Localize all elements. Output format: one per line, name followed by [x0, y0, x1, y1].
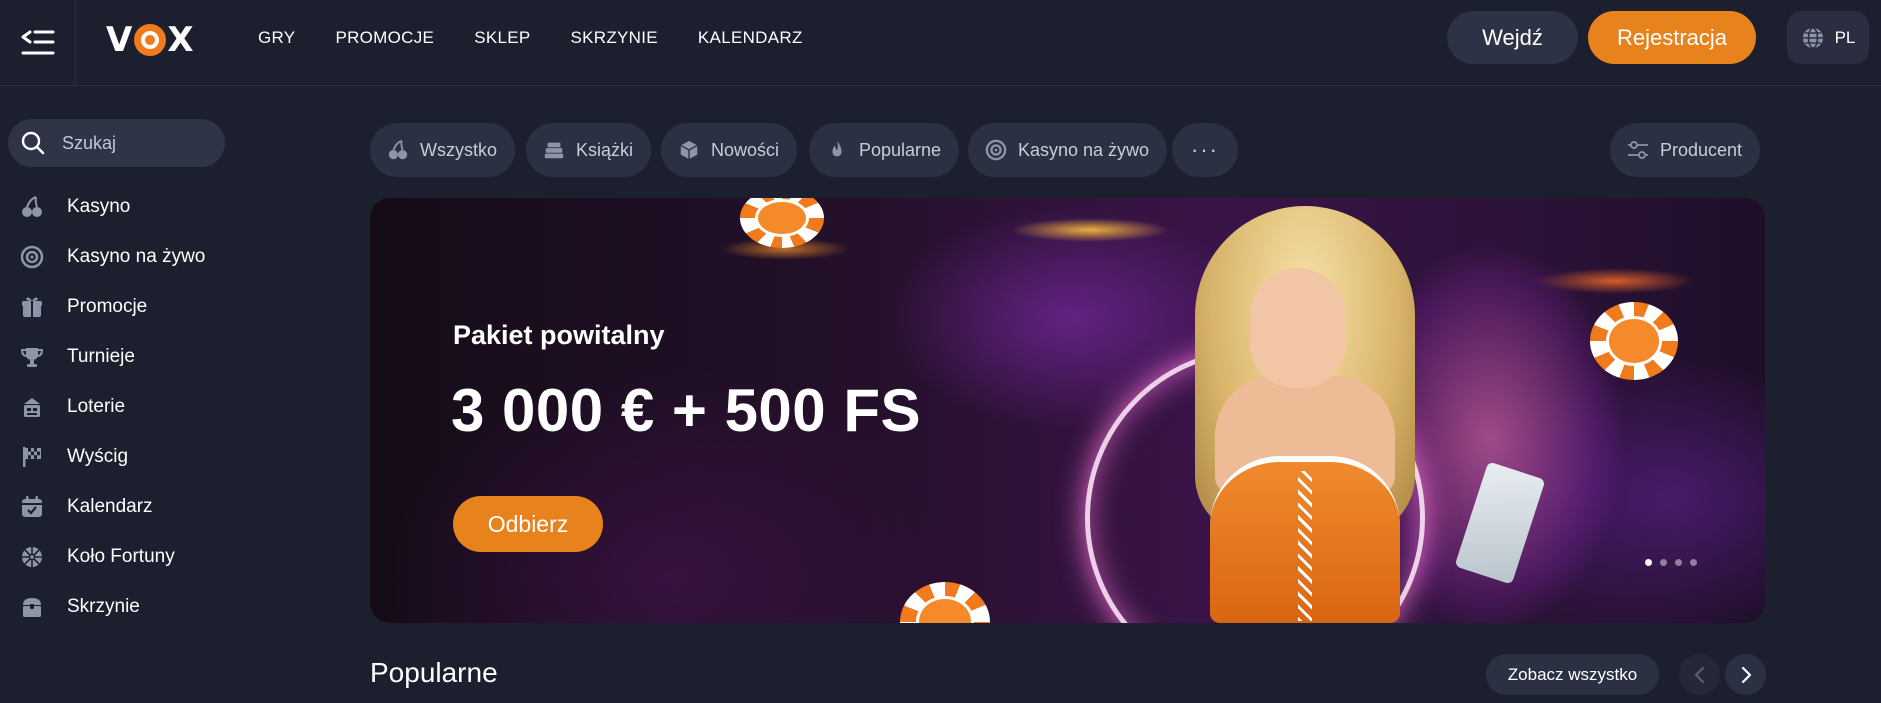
provider-filter-button[interactable]: Producent [1610, 123, 1761, 177]
carousel-prev-button[interactable] [1679, 654, 1720, 695]
roulette-icon [19, 244, 45, 270]
carousel-next-button[interactable] [1725, 654, 1766, 695]
fire-icon [825, 138, 849, 162]
neon-sign [1535, 268, 1695, 294]
search-box[interactable] [8, 119, 225, 167]
race-flag-icon [19, 444, 45, 470]
register-button[interactable]: Rejestracja [1588, 11, 1756, 64]
see-all-button[interactable]: Zobacz wszystko [1486, 654, 1659, 695]
chevron-left-icon [1694, 666, 1704, 683]
sidebar-item-tournaments[interactable]: Turnieje [0, 332, 250, 382]
sidebar-item-label: Koło Fortuny [67, 546, 175, 567]
wheel-icon [19, 544, 45, 570]
gift-icon [19, 294, 45, 320]
filter-sliders-icon [1626, 138, 1650, 162]
chest-icon [19, 594, 45, 620]
slider-pagination [1645, 559, 1697, 566]
category-pill-all[interactable]: Wszystko [370, 123, 516, 177]
category-pill-popular[interactable]: Popularne [809, 123, 960, 177]
sidebar-item-label: Kalendarz [67, 496, 153, 517]
calendar-icon [19, 494, 45, 520]
sidebar-item-race[interactable]: Wyścig [0, 432, 250, 482]
sidebar-item-lotteries[interactable]: Loterie [0, 382, 250, 432]
sidebar-item-label: Skrzynie [67, 596, 140, 617]
lottery-icon [19, 394, 45, 420]
promo-banner[interactable]: Pakiet powitalny 3 000 € + 500 FS Odbier… [370, 198, 1765, 623]
more-categories-button[interactable]: ··· [1172, 123, 1238, 177]
sidebar-item-label: Kasyno [67, 196, 131, 217]
slider-dot[interactable] [1645, 559, 1652, 566]
slider-dot[interactable] [1675, 559, 1682, 566]
search-input[interactable] [62, 132, 202, 154]
nav-link-shop[interactable]: SKLEP [474, 28, 530, 48]
nav-link-games[interactable]: GRY [258, 28, 295, 48]
globe-icon [1802, 26, 1823, 49]
casino-chip-image [1590, 302, 1678, 380]
banknotes-image [1454, 461, 1546, 585]
sidebar-item-wheel-of-fortune[interactable]: Koło Fortuny [0, 532, 250, 582]
slider-dot[interactable] [1690, 559, 1697, 566]
cherries-icon [386, 138, 410, 162]
nav-link-calendar[interactable]: KALENDARZ [698, 28, 803, 48]
category-pill-books[interactable]: Książki [526, 123, 652, 177]
language-selector[interactable]: PL [1787, 11, 1869, 64]
category-pill-label: Wszystko [420, 139, 498, 160]
hostess-image [1155, 206, 1455, 623]
login-button[interactable]: Wejdź [1447, 11, 1578, 64]
sidebar-item-label: Loterie [67, 396, 126, 417]
banner-subtitle: Pakiet powitalny [453, 320, 665, 350]
sidebar-item-chests[interactable]: Skrzynie [0, 582, 250, 632]
books-icon [542, 138, 566, 162]
banner-title: 3 000 € + 500 FS [451, 377, 922, 444]
nav-link-promotions[interactable]: PROMOCJE [335, 28, 434, 48]
category-pill-label: Kasyno na żywo [1018, 139, 1150, 160]
category-pill-live-casino[interactable]: Kasyno na żywo [968, 123, 1168, 177]
chevron-right-icon [1741, 666, 1751, 683]
sidebar-item-label: Promocje [67, 296, 148, 317]
language-code: PL [1834, 27, 1856, 47]
cube-icon [677, 138, 701, 162]
search-icon [21, 131, 45, 155]
collapse-menu-icon [21, 30, 54, 55]
sidebar-item-live-casino[interactable]: Kasyno na żywo [0, 232, 250, 282]
roulette-icon [984, 138, 1008, 162]
category-pill-label: Książki [576, 139, 634, 160]
sidebar-item-casino[interactable]: Kasyno [0, 182, 250, 232]
sidebar-item-label: Turnieje [67, 346, 135, 367]
category-pill-new[interactable]: Nowości [661, 123, 798, 177]
vox-logo[interactable]: VX [106, 20, 195, 60]
provider-filter-label: Producent [1660, 139, 1743, 160]
category-pill-label: Popularne [859, 139, 942, 160]
collapse-menu-button[interactable] [0, 0, 76, 86]
claim-bonus-button[interactable]: Odbierz [453, 496, 603, 552]
section-title: Popularne [370, 657, 498, 688]
top-nav: GRY PROMOCJE SKLEP SKRZYNIE KALENDARZ [258, 0, 843, 76]
casino-chip-image [900, 582, 990, 623]
category-pill-label: Nowości [711, 139, 780, 160]
trophy-icon [19, 344, 45, 370]
sidebar-item-promotions[interactable]: Promocje [0, 282, 250, 332]
slider-dot[interactable] [1660, 559, 1667, 566]
sidebar-item-label: Kasyno na żywo [67, 246, 206, 267]
header: VX GRY PROMOCJE SKLEP SKRZYNIE KALENDARZ… [0, 0, 1881, 86]
ceiling-light [1010, 218, 1170, 242]
sidebar-item-calendar[interactable]: Kalendarz [0, 482, 250, 532]
sidebar: Kasyno Kasyno na żywo Promocje Turnieje … [0, 87, 250, 703]
sidebar-item-label: Wyścig [67, 446, 129, 467]
cherries-icon [19, 194, 45, 220]
nav-link-chests[interactable]: SKRZYNIE [571, 28, 658, 48]
